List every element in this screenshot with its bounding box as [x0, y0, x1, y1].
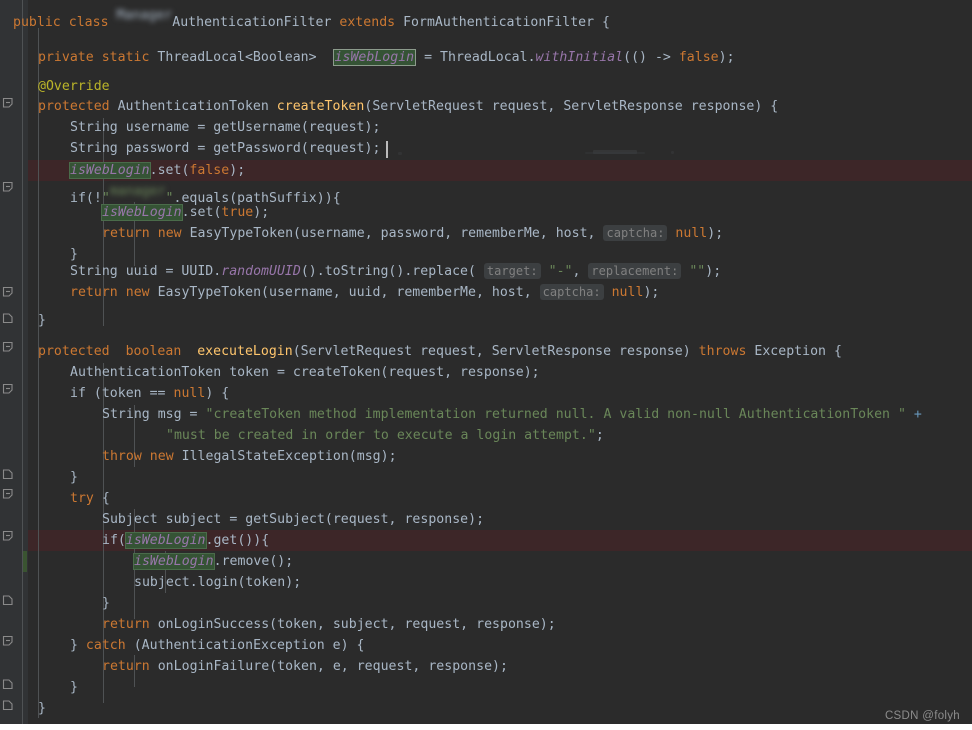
fold-marker-icon[interactable]: [2, 488, 15, 501]
code-line[interactable]: AuthenticationToken token = createToken(…: [70, 362, 540, 383]
code-line[interactable]: isWebLogin.remove();: [133, 551, 293, 572]
code-line[interactable]: Subject subject = getSubject(request, re…: [102, 509, 484, 530]
indent-guide: [38, 28, 39, 718]
code-line[interactable]: }: [70, 467, 78, 488]
identifier-highlight-iswebLogin[interactable]: isWebLogin: [101, 204, 183, 221]
watermark-text: CSDN @folyh: [884, 710, 960, 722]
parameter-hint-replacement: replacement:: [588, 263, 682, 279]
ghost-artifact: [398, 152, 402, 155]
ghost-artifact: [671, 151, 674, 154]
fold-marker-end-icon[interactable]: [2, 467, 15, 480]
text-caret: [386, 141, 388, 158]
field-declaration-highlight[interactable]: isWebLogin: [332, 49, 417, 66]
code-line[interactable]: String msg = "createToken method impleme…: [102, 404, 922, 425]
code-line[interactable]: }: [70, 677, 78, 698]
redacted-class-prefix: Manager: [116, 8, 173, 23]
code-line[interactable]: isWebLogin.set(true);: [101, 202, 269, 223]
parameter-hint-target: target:: [483, 263, 541, 279]
code-line[interactable]: throw new IllegalStateException(msg);: [102, 446, 397, 467]
fold-marker-end-icon[interactable]: [2, 677, 15, 690]
code-line[interactable]: return new EasyTypeToken(username, passw…: [102, 223, 723, 244]
code-line[interactable]: try {: [70, 488, 110, 509]
identifier-highlight-iswebLogin[interactable]: isWebLogin: [124, 532, 207, 549]
code-line[interactable]: return new EasyTypeToken(username, uuid,…: [70, 282, 659, 303]
fold-marker-icon[interactable]: [2, 97, 15, 110]
fold-marker-end-icon[interactable]: [2, 593, 15, 606]
fold-marker-icon[interactable]: [2, 181, 15, 194]
fold-marker-icon[interactable]: [2, 341, 15, 354]
identifier-highlight-iswebLogin[interactable]: isWebLogin: [133, 553, 215, 570]
gutter-change-marker[interactable]: [23, 551, 27, 572]
fold-marker-icon[interactable]: [2, 383, 15, 396]
code-line[interactable]: } catch (AuthenticationException e) {: [70, 635, 365, 656]
parameter-hint-captcha: captcha:: [603, 225, 668, 241]
annotation-override: @Override: [38, 79, 110, 94]
code-line[interactable]: private static ThreadLocal<Boolean> isWe…: [38, 47, 735, 68]
fold-marker-end-icon[interactable]: [2, 311, 15, 324]
code-line[interactable]: return onLoginFailure(token, e, request,…: [102, 656, 508, 677]
fold-marker-icon[interactable]: [2, 530, 15, 543]
code-line[interactable]: if (token == null) {: [70, 383, 229, 404]
code-line[interactable]: return onLoginSuccess(token, subject, re…: [102, 614, 556, 635]
fold-marker-icon[interactable]: [2, 286, 15, 299]
fold-marker-end-icon[interactable]: [2, 698, 15, 711]
bottom-edge-strip: [0, 724, 972, 730]
code-line[interactable]: protected AuthenticationToken createToke…: [38, 96, 778, 117]
code-editor-window: public class ManagerAuthenticationFilter…: [0, 0, 972, 730]
identifier-highlight-iswebLogin[interactable]: isWebLogin: [69, 162, 151, 179]
gutter-divider-line: [22, 0, 23, 730]
code-line[interactable]: }: [38, 698, 46, 719]
code-line[interactable]: @Override: [38, 76, 110, 97]
code-line[interactable]: String password = getPassword(request);: [70, 138, 380, 159]
code-line[interactable]: "must be created in order to execute a l…: [166, 425, 604, 446]
code-line[interactable]: public class ManagerAuthenticationFilter…: [13, 5, 610, 30]
code-line[interactable]: protected boolean executeLogin(ServletRe…: [38, 341, 842, 362]
code-line[interactable]: if(!"manager".equals(pathSuffix)){: [70, 181, 341, 206]
code-line[interactable]: subject.login(token);: [134, 572, 301, 593]
code-line[interactable]: String username = getUsername(request);: [70, 117, 380, 138]
code-line[interactable]: isWebLogin.set(false);: [69, 160, 245, 181]
ghost-artifact: [585, 152, 645, 154]
parameter-hint-captcha: captcha:: [539, 284, 604, 300]
code-line[interactable]: if(isWebLogin.get()){: [102, 530, 269, 551]
redacted-string-value: manager: [109, 184, 166, 199]
code-line[interactable]: }: [102, 593, 110, 614]
fold-marker-icon[interactable]: [2, 635, 15, 648]
code-line[interactable]: String uuid = UUID.randomUUID().toString…: [70, 261, 721, 282]
code-line[interactable]: }: [38, 310, 46, 331]
